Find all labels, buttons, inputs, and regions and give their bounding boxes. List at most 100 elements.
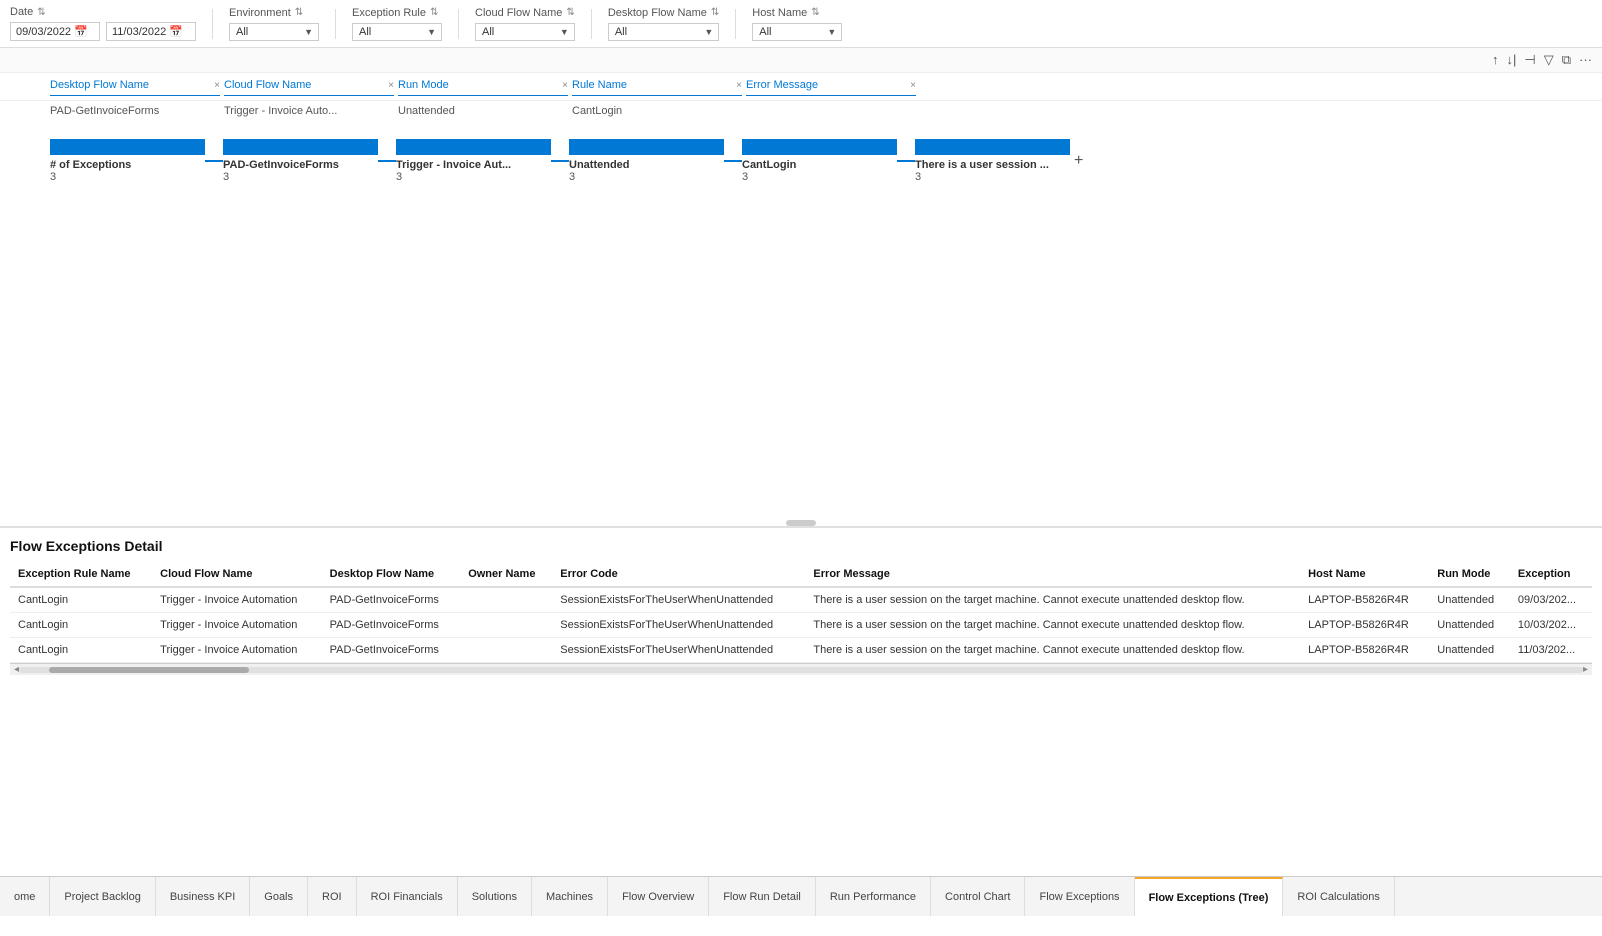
add-node-button[interactable]: +: [1074, 152, 1083, 170]
bar-count-1: 3: [223, 171, 229, 183]
th-error-message: Error Message: [805, 562, 1300, 587]
tab-machines[interactable]: Machines: [532, 877, 608, 916]
table-row[interactable]: CantLogin Trigger - Invoice Automation P…: [10, 587, 1592, 613]
tab-roi-financials[interactable]: ROI Financials: [357, 877, 458, 916]
bar-label-0: # of Exceptions: [50, 159, 131, 171]
col-value-rule-name: CantLogin: [572, 103, 742, 119]
bar-1[interactable]: [223, 139, 378, 155]
filter-bar: Date ⇅ 09/03/2022 📅 11/03/2022 📅 Environ…: [0, 0, 1602, 48]
scroll-track[interactable]: [19, 667, 1583, 673]
table-header: Exception Rule Name Cloud Flow Name Desk…: [10, 562, 1592, 587]
sort-desc-icon[interactable]: ↓|: [1506, 52, 1516, 68]
more-icon[interactable]: ···: [1579, 52, 1592, 68]
filter-icon[interactable]: ▽: [1544, 52, 1554, 68]
bar-node-0: # of Exceptions 3: [50, 139, 205, 183]
cell-exception-rule: CantLogin: [10, 587, 152, 613]
tab-goals[interactable]: Goals: [250, 877, 308, 916]
tab-flow-overview[interactable]: Flow Overview: [608, 877, 709, 916]
bar-node-5: There is a user session ... 3: [915, 139, 1070, 183]
bar-count-0: 3: [50, 171, 56, 183]
exception-rule-label: Exception Rule ⇅: [352, 7, 442, 19]
scroll-right-arrow[interactable]: ▸: [1583, 664, 1588, 675]
date-sort-icon: ⇅: [37, 7, 45, 18]
bar-0[interactable]: [50, 139, 205, 155]
cell-owner: [460, 638, 552, 663]
col-header-rule-name-close[interactable]: ×: [736, 80, 742, 91]
cell-owner: [460, 587, 552, 613]
toolbar-row: ↑ ↓| ⊣ ▽ ⧉ ···: [0, 48, 1602, 73]
bar-5[interactable]: [915, 139, 1070, 155]
environment-filter-group: Environment ⇅ All ▼: [229, 7, 319, 41]
th-desktop-flow: Desktop Flow Name: [322, 562, 461, 587]
cell-error-code: SessionExistsForTheUserWhenUnattended: [552, 587, 805, 613]
th-cloud-flow: Cloud Flow Name: [152, 562, 321, 587]
exception-rule-chevron-icon: ▼: [427, 27, 436, 37]
tab-business-kpi[interactable]: Business KPI: [156, 877, 250, 916]
cloud-flow-chevron-icon: ▼: [560, 27, 569, 37]
th-exception: Exception: [1510, 562, 1592, 587]
detail-table: Exception Rule Name Cloud Flow Name Desk…: [10, 562, 1592, 663]
col-header-error-message-close[interactable]: ×: [910, 80, 916, 91]
host-name-dropdown[interactable]: All ▼: [752, 23, 842, 41]
bar-node-1: PAD-GetInvoiceForms 3: [223, 139, 378, 183]
sort-asc-icon[interactable]: ↑: [1492, 52, 1499, 68]
tab-flow-run-detail[interactable]: Flow Run Detail: [709, 877, 816, 916]
environment-dropdown[interactable]: All ▼: [229, 23, 319, 41]
col-header-rule-name-label: Rule Name: [572, 79, 627, 91]
connector-4: [897, 160, 915, 162]
sep3: [458, 9, 459, 39]
host-name-filter-label: Host Name ⇅: [752, 7, 842, 19]
panel-resize-handle[interactable]: [786, 520, 816, 526]
connector-3: [724, 160, 742, 162]
bar-4[interactable]: [742, 139, 897, 155]
th-owner: Owner Name: [460, 562, 552, 587]
tab-project-backlog[interactable]: Project Backlog: [50, 877, 155, 916]
calendar-icon[interactable]: 📅: [74, 25, 88, 38]
tab-roi-calculations[interactable]: ROI Calculations: [1283, 877, 1395, 916]
cell-cloud-flow: Trigger - Invoice Automation: [152, 638, 321, 663]
sep2: [335, 9, 336, 39]
col-header-run-mode-close[interactable]: ×: [562, 80, 568, 91]
tab-run-performance[interactable]: Run Performance: [816, 877, 931, 916]
bar-count-2: 3: [396, 171, 402, 183]
cell-cloud-flow: Trigger - Invoice Automation: [152, 587, 321, 613]
exception-rule-value: All: [359, 26, 371, 38]
tab-flow-exceptions[interactable]: Flow Exceptions: [1025, 877, 1134, 916]
desktop-flow-dropdown[interactable]: All ▼: [608, 23, 719, 41]
bottom-panel: Flow Exceptions Detail Exception Rule Na…: [0, 528, 1602, 876]
date-to-input[interactable]: 11/03/2022 📅: [106, 22, 196, 41]
table-row[interactable]: CantLogin Trigger - Invoice Automation P…: [10, 638, 1592, 663]
hierarchy-icon[interactable]: ⊣: [1524, 52, 1535, 68]
cloud-flow-dropdown[interactable]: All ▼: [475, 23, 575, 41]
col-header-cloud-flow-close[interactable]: ×: [388, 80, 394, 91]
cell-desktop-flow: PAD-GetInvoiceForms: [322, 613, 461, 638]
export-icon[interactable]: ⧉: [1562, 52, 1571, 68]
bar-count-3: 3: [569, 171, 575, 183]
cell-exception: 10/03/202...: [1510, 613, 1592, 638]
main-area: ↑ ↓| ⊣ ▽ ⧉ ··· Desktop Flow Name × Cloud…: [0, 48, 1602, 876]
tab-solutions[interactable]: Solutions: [458, 877, 532, 916]
tab-control-chart[interactable]: Control Chart: [931, 877, 1025, 916]
col-value-run-mode: Unattended: [398, 103, 568, 119]
bar-count-4: 3: [742, 171, 748, 183]
scroll-thumb[interactable]: [49, 667, 249, 673]
table-row[interactable]: CantLogin Trigger - Invoice Automation P…: [10, 613, 1592, 638]
date-input-row: 09/03/2022 📅 11/03/2022 📅: [10, 22, 196, 41]
horizontal-scrollbar[interactable]: ◂ ▸: [10, 663, 1592, 675]
col-header-desktop-flow-label: Desktop Flow Name: [50, 79, 149, 91]
cell-error-message: There is a user session on the target ma…: [805, 613, 1300, 638]
date-from-input[interactable]: 09/03/2022 📅: [10, 22, 100, 41]
cell-exception: 11/03/202...: [1510, 638, 1592, 663]
desktop-flow-value: All: [615, 26, 627, 38]
bar-2[interactable]: [396, 139, 551, 155]
col-header-desktop-flow-close[interactable]: ×: [214, 80, 220, 91]
cell-run-mode: Unattended: [1429, 638, 1510, 663]
exception-rule-dropdown[interactable]: All ▼: [352, 23, 442, 41]
bar-3[interactable]: [569, 139, 724, 155]
tab-flow-exceptions-tree[interactable]: Flow Exceptions (Tree): [1135, 877, 1284, 916]
col-value-error-message: [746, 103, 916, 119]
tab-ome[interactable]: ome: [0, 877, 50, 916]
tab-roi[interactable]: ROI: [308, 877, 357, 916]
calendar-icon-2[interactable]: 📅: [169, 25, 183, 38]
bar-node-4: CantLogin 3: [742, 139, 897, 183]
